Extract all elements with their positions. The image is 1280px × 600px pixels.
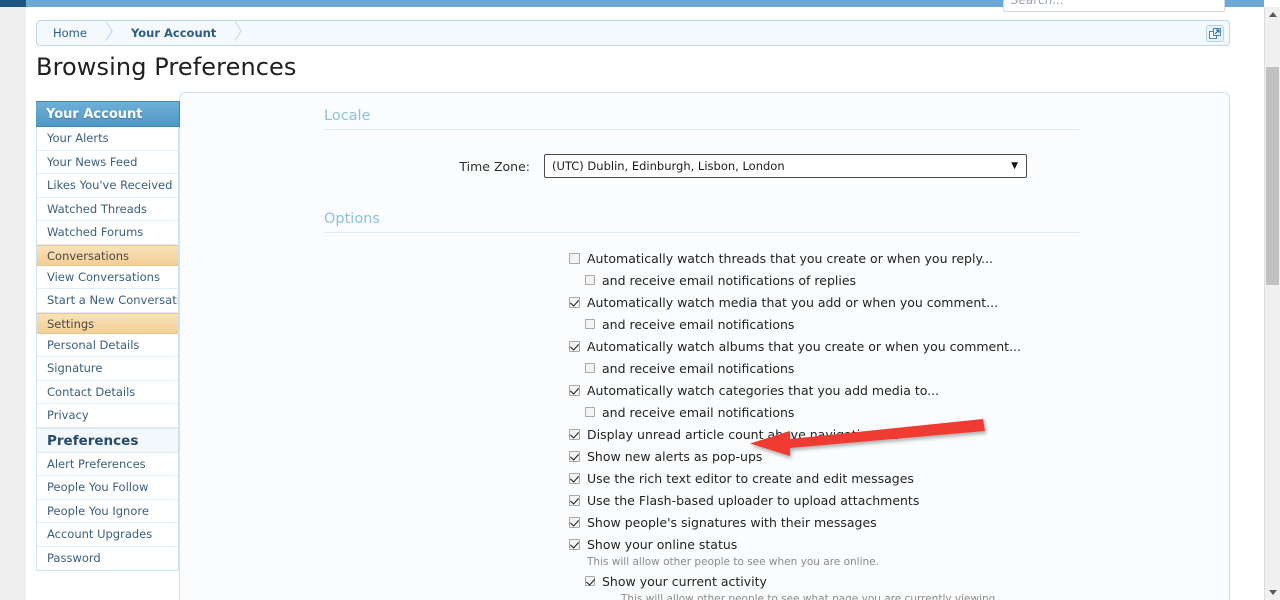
breadcrumb-item-your-account[interactable]: Your Account [117, 21, 228, 45]
checkbox-and-receive-email-notifications[interactable] [585, 407, 595, 417]
option-row[interactable]: Show new alerts as pop-ups [569, 447, 1080, 468]
option-label[interactable]: Show your current activity [602, 572, 767, 591]
checkbox-and-receive-email-notifications[interactable] [585, 363, 595, 373]
breadcrumb-item-home[interactable]: Home [37, 21, 99, 45]
option-hint: This will allow other people to see what… [621, 593, 999, 600]
option-label[interactable]: Display unread article count above navig… [587, 425, 900, 444]
checkbox-and-receive-email-notifications[interactable] [585, 319, 595, 329]
sidebar-category-conversations[interactable]: Conversations [37, 244, 178, 266]
option-label[interactable]: Automatically watch media that you add o… [587, 293, 998, 312]
option-row[interactable]: Automatically watch albums that you crea… [569, 337, 1080, 358]
option-row[interactable]: Display unread article count above navig… [569, 425, 1080, 446]
timezone-label: Time Zone: [459, 158, 530, 174]
search-input[interactable] [1004, 0, 1224, 11]
option-row[interactable]: Use the Flash-based uploader to upload a… [569, 491, 1080, 512]
option-row[interactable]: and receive email notifications of repli… [585, 271, 1080, 292]
options-list: Automatically watch threads that you cre… [324, 249, 1080, 600]
checkbox-automatically-watch-albums-that-you-create-or-wh[interactable] [569, 341, 580, 352]
left-gutter [0, 7, 26, 600]
option-row[interactable]: and receive email notifications [585, 359, 1080, 380]
sidebar-item-signature[interactable]: Signature [37, 357, 178, 381]
scrollbar-thumb[interactable] [1266, 67, 1279, 285]
checkbox-automatically-watch-media-that-you-add-or-when-y[interactable] [569, 297, 580, 308]
option-row[interactable]: Automatically watch threads that you cre… [569, 249, 1080, 270]
option-label[interactable]: Show your online status [587, 535, 737, 554]
option-label[interactable]: and receive email notifications of repli… [602, 271, 856, 290]
chevron-down-icon: ▼ [1011, 161, 1018, 171]
sidebar-header: Your Account [36, 101, 180, 127]
breadcrumb-separator-icon [228, 21, 246, 45]
option-label[interactable]: Automatically watch threads that you cre… [587, 249, 993, 268]
checkbox-show-people-s-signatures-with-their-messages[interactable] [569, 517, 580, 528]
app-window: Home Your Account Browsing Preferences Y… [0, 0, 1280, 600]
page-title: Browsing Preferences [36, 53, 297, 81]
option-label[interactable]: and receive email notifications [602, 403, 794, 422]
sidebar-item-watched-threads[interactable]: Watched Threads [37, 198, 178, 221]
sidebar-item-your-alerts[interactable]: Your Alerts [37, 127, 178, 151]
option-row[interactable]: Use the rich text editor to create and e… [569, 469, 1080, 490]
timezone-row: Time Zone: (UTC) Dublin, Edinburgh, Lisb… [324, 154, 1080, 178]
sidebar-item-account-upgrades[interactable]: Account Upgrades [37, 523, 178, 547]
checkbox-show-your-current-activity[interactable] [585, 576, 595, 586]
scroll-down-arrow-icon[interactable] [1265, 585, 1280, 600]
sidebar-body: Your Alerts Your News Feed Likes You've Re… [37, 127, 178, 570]
checkbox-use-the-rich-text-editor-to-create-and-edit-mess[interactable] [569, 473, 580, 484]
sidebar-item-your-news-feed[interactable]: Your News Feed [37, 151, 178, 174]
checkbox-show-your-online-status[interactable] [569, 539, 580, 550]
option-label[interactable]: Automatically watch albums that you crea… [587, 337, 1021, 356]
sidebar-item-personal-details[interactable]: Personal Details [37, 334, 178, 357]
option-row[interactable]: Show your online status [569, 535, 1080, 556]
checkbox-automatically-watch-categories-that-you-add-medi[interactable] [569, 385, 580, 396]
sidebar-item-start-a-new-conversation[interactable]: Start a New Conversation [37, 289, 178, 313]
scroll-up-arrow-icon[interactable] [1265, 7, 1280, 22]
checkbox-show-new-alerts-as-pop-ups[interactable] [569, 451, 580, 462]
sidebar-item-password[interactable]: Password [37, 547, 178, 571]
option-row[interactable]: and receive email notifications [585, 403, 1080, 424]
section-heading-locale: Locale [324, 108, 1080, 130]
vertical-scrollbar[interactable] [1264, 7, 1280, 600]
top-bar-navy-segment [0, 0, 26, 7]
option-hint: This will allow other people to see when… [587, 556, 879, 568]
sidebar-item-likes-you-ve-received[interactable]: Likes You've Received [37, 174, 178, 198]
sidebar: Your Account Your Alerts Your News Feed Li… [36, 101, 180, 571]
preferences-form: Locale Time Zone: (UTC) Dublin, Edinburg… [324, 108, 1080, 600]
breadcrumb: Home Your Account [37, 21, 246, 45]
sidebar-category-preferences[interactable]: Preferences [37, 427, 178, 453]
sidebar-item-people-you-ignore[interactable]: People You Ignore [37, 500, 178, 523]
checkbox-and-receive-email-notifications-of-replies[interactable] [585, 275, 595, 285]
breadcrumb-bar: Home Your Account [36, 20, 1230, 46]
sidebar-item-view-conversations[interactable]: View Conversations [37, 266, 178, 289]
option-label[interactable]: Show people's signatures with their mess… [587, 513, 877, 532]
option-row[interactable]: Show people's signatures with their mess… [569, 513, 1080, 534]
timezone-selected-value: (UTC) Dublin, Edinburgh, Lisbon, London [552, 159, 785, 173]
search-box[interactable] [1003, 0, 1225, 12]
option-label[interactable]: Use the Flash-based uploader to upload a… [587, 491, 919, 510]
sidebar-item-privacy[interactable]: Privacy [37, 404, 178, 428]
checkbox-display-unread-article-count-above-navigation-ta[interactable] [569, 429, 580, 440]
option-label[interactable]: Automatically watch categories that you … [587, 381, 939, 400]
option-label[interactable]: Show new alerts as pop-ups [587, 447, 762, 466]
option-label[interactable]: Use the rich text editor to create and e… [587, 469, 914, 488]
option-row[interactable]: Automatically watch categories that you … [569, 381, 1080, 402]
option-label[interactable]: and receive email notifications [602, 315, 794, 334]
option-row[interactable]: and receive email notifications [585, 315, 1080, 336]
sidebar-item-alert-preferences[interactable]: Alert Preferences [37, 453, 178, 476]
sidebar-category-settings[interactable]: Settings [37, 312, 178, 334]
sidebar-item-people-you-follow[interactable]: People You Follow [37, 476, 178, 500]
popout-expand-glyph [1209, 28, 1221, 39]
sidebar-item-contact-details[interactable]: Contact Details [37, 381, 178, 404]
popout-expand-icon[interactable] [1206, 25, 1224, 42]
option-row[interactable]: Automatically watch media that you add o… [569, 293, 1080, 314]
section-heading-options: Options [324, 211, 1080, 233]
checkbox-automatically-watch-threads-that-you-create-or-w[interactable] [569, 253, 580, 264]
option-row[interactable]: Show your current activity [585, 572, 1080, 593]
checkbox-use-the-flash-based-uploader-to-upload-attachmen[interactable] [569, 495, 580, 506]
timezone-select[interactable]: (UTC) Dublin, Edinburgh, Lisbon, London … [544, 154, 1027, 178]
option-label[interactable]: and receive email notifications [602, 359, 794, 378]
sidebar-item-watched-forums[interactable]: Watched Forums [37, 221, 178, 245]
breadcrumb-separator-icon [99, 21, 117, 45]
